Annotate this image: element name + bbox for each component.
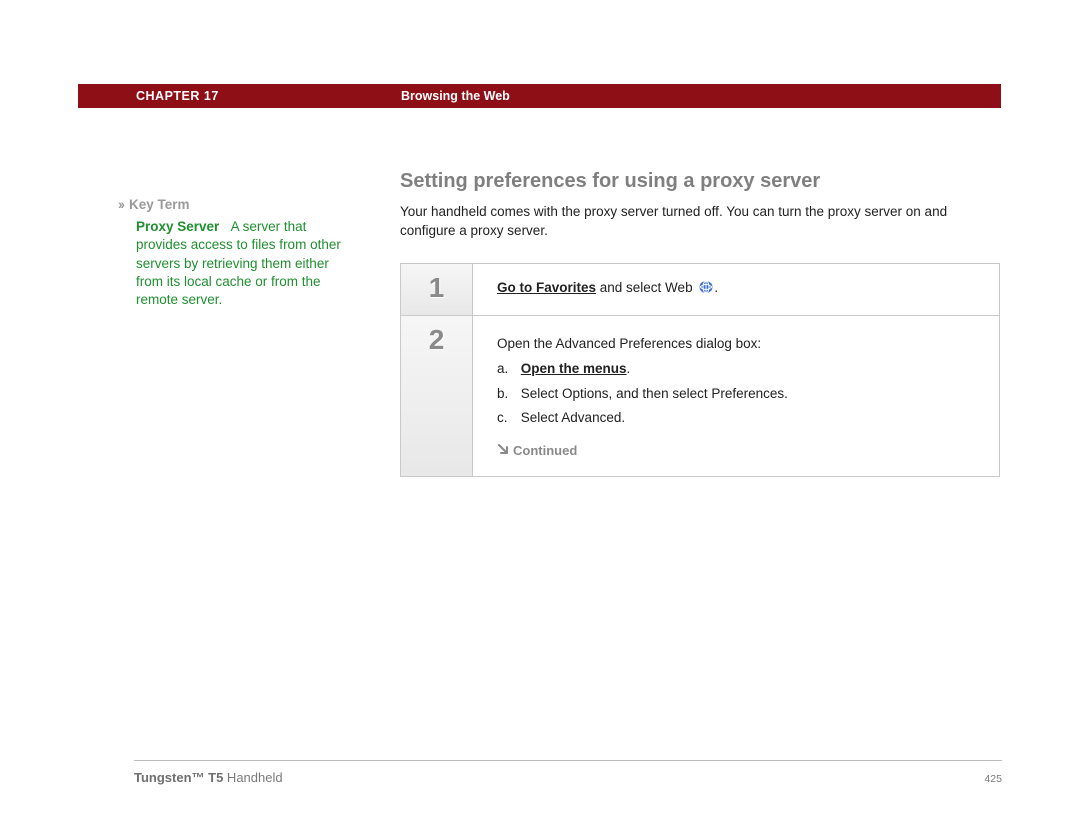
product-bold: Tungsten™ T5 xyxy=(134,770,223,785)
continued-label: Continued xyxy=(513,443,577,458)
key-term-heading: ›› Key Term xyxy=(118,196,352,214)
substep-c: c. Select Advanced. xyxy=(497,408,979,429)
favorites-link[interactable]: Go to Favorites xyxy=(497,280,596,295)
key-term-sidebar: ›› Key Term Proxy Server A server that pr… xyxy=(118,196,352,309)
key-term-label: Key Term xyxy=(129,197,190,212)
section-intro: Your handheld comes with the proxy serve… xyxy=(400,203,1000,241)
arrow-down-right-icon xyxy=(497,441,509,461)
page-number: 425 xyxy=(984,773,1002,785)
step-number: 1 xyxy=(429,272,445,304)
step-number-cell: 2 xyxy=(401,316,473,476)
chapter-header: CHAPTER 17 Browsing the Web xyxy=(78,84,1001,108)
substep-text: Select Options, and then select Preferen… xyxy=(521,386,788,401)
footer-rule xyxy=(134,760,1002,761)
chapter-label: CHAPTER 17 xyxy=(136,89,401,103)
web-icon xyxy=(698,280,714,301)
main-content: Setting preferences for using a proxy se… xyxy=(400,170,1000,477)
substep-period: . xyxy=(627,361,631,376)
step-period: . xyxy=(714,280,718,295)
step-number-cell: 1 xyxy=(401,264,473,315)
step-number: 2 xyxy=(429,324,445,356)
steps-table: 1 Go to Favorites and select Web . xyxy=(400,263,1000,477)
step-body: Open the Advanced Preferences dialog box… xyxy=(473,316,999,476)
substep-label: c. xyxy=(497,408,517,429)
substep-label: a. xyxy=(497,359,517,380)
open-menus-link[interactable]: Open the menus xyxy=(521,361,627,376)
product-name: Tungsten™ T5 Handheld xyxy=(134,770,283,785)
substep-label: b. xyxy=(497,384,517,405)
substep-b: b. Select Options, and then select Prefe… xyxy=(497,384,979,405)
chapter-title: Browsing the Web xyxy=(401,89,510,103)
substep-a: a. Open the menus. xyxy=(497,359,979,380)
step-row: 1 Go to Favorites and select Web . xyxy=(400,263,1000,316)
step-body: Go to Favorites and select Web . xyxy=(473,264,999,315)
step-lead: Open the Advanced Preferences dialog box… xyxy=(497,334,979,355)
section-title: Setting preferences for using a proxy se… xyxy=(400,170,1000,193)
page-footer: Tungsten™ T5 Handheld 425 xyxy=(134,770,1002,785)
step-row: 2 Open the Advanced Preferences dialog b… xyxy=(400,316,1000,477)
substep-text: Select Advanced. xyxy=(521,410,625,425)
continued-indicator: Continued xyxy=(497,441,979,461)
chevron-right-icon: ›› xyxy=(118,197,123,212)
product-rest: Handheld xyxy=(223,770,282,785)
key-term-name: Proxy Server xyxy=(136,219,219,234)
step-text: and select Web xyxy=(596,280,696,295)
key-term-body: Proxy Server A server that provides acce… xyxy=(118,218,352,309)
